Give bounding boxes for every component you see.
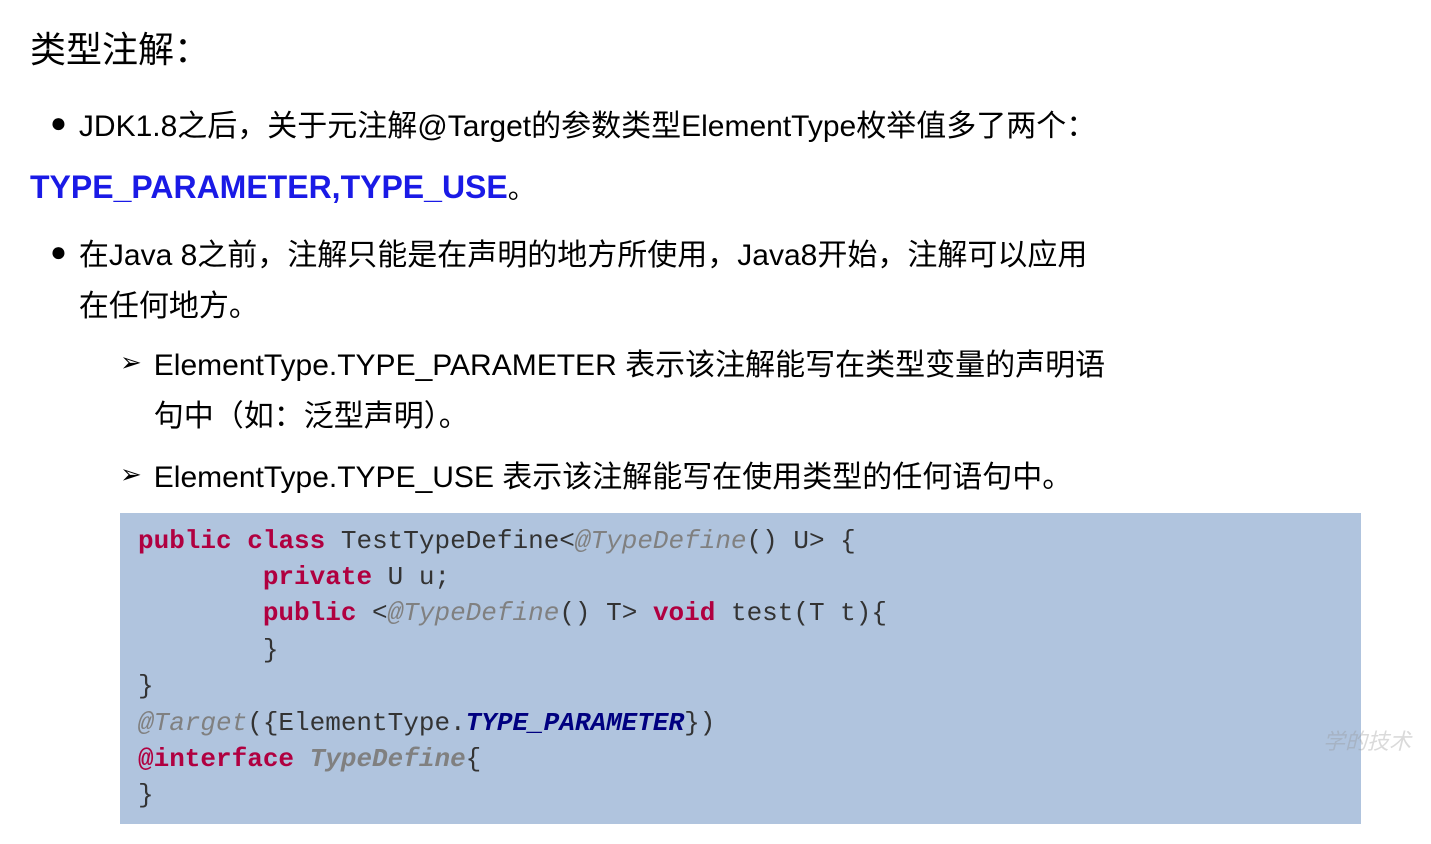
kw-private: private	[263, 562, 372, 592]
code-text: }	[263, 635, 279, 665]
kw-atinterface: @interface	[138, 744, 294, 774]
bullet-marker: ●	[50, 230, 67, 275]
highlight-text: TYPE_PARAMETER,TYPE_USE	[30, 169, 508, 205]
arrow-marker: ➢	[120, 452, 142, 496]
line1: 在Java 8之前，注解只能是在声明的地方所使用，Java8开始，注解可以应用	[79, 239, 1087, 272]
watermark: 学的技术	[1323, 723, 1411, 760]
constant: TYPE_PARAMETER	[466, 708, 684, 738]
code-text: }	[138, 780, 154, 810]
page-title: 类型注解：	[30, 20, 1401, 81]
bullet-text: 在Java 8之前，注解只能是在声明的地方所使用，Java8开始，注解可以应用 …	[79, 230, 1401, 332]
annotation-target: @Target	[138, 708, 247, 738]
code-text: () T>	[559, 598, 653, 628]
line2: 在任何地方。	[79, 290, 259, 323]
sub-bullet-text: ElementType.TYPE_USE 表示该注解能写在使用类型的任何语句中。	[154, 452, 1401, 503]
bullet-text: JDK1.8之后，关于元注解@Target的参数类型ElementType枚举值…	[79, 101, 1401, 152]
annotation: @TypeDefine	[575, 526, 747, 556]
period: 。	[508, 173, 536, 204]
line1: ElementType.TYPE_PARAMETER 表示该注解能写在类型变量的…	[154, 349, 1105, 382]
class-name: TestTypeDefine	[341, 526, 559, 556]
bullet-item-1: ● JDK1.8之后，关于元注解@Target的参数类型ElementType枚…	[30, 101, 1401, 152]
bullet-marker: ●	[50, 101, 67, 146]
interface-name: TypeDefine	[310, 744, 466, 774]
sub-bullet-text: ElementType.TYPE_PARAMETER 表示该注解能写在类型变量的…	[154, 340, 1401, 442]
annotation: @TypeDefine	[388, 598, 560, 628]
code-text: U u;	[372, 562, 450, 592]
bullet-item-2: ● 在Java 8之前，注解只能是在声明的地方所使用，Java8开始，注解可以应…	[30, 230, 1401, 332]
code-block: public class TestTypeDefine<@TypeDefine(…	[120, 513, 1361, 824]
code-text: {	[466, 744, 482, 774]
code-text: () U> {	[747, 526, 856, 556]
highlight-line: TYPE_PARAMETER,TYPE_USE。	[30, 160, 1401, 214]
kw-public: public	[138, 526, 232, 556]
kw-void: void	[653, 598, 715, 628]
code-text: ({ElementType.	[247, 708, 465, 738]
arrow-marker: ➢	[120, 340, 142, 384]
code-text: test(T t){	[715, 598, 887, 628]
code-text: }	[138, 671, 154, 701]
code-text: })	[684, 708, 715, 738]
kw-public: public	[263, 598, 357, 628]
sub-bullet-2: ➢ ElementType.TYPE_USE 表示该注解能写在使用类型的任何语句…	[30, 452, 1401, 503]
line1: ElementType.TYPE_USE 表示该注解能写在使用类型的任何语句中。	[154, 461, 1073, 494]
sub-bullet-1: ➢ ElementType.TYPE_PARAMETER 表示该注解能写在类型变…	[30, 340, 1401, 442]
kw-class: class	[247, 526, 325, 556]
line2: 句中（如：泛型声明）。	[154, 400, 469, 433]
